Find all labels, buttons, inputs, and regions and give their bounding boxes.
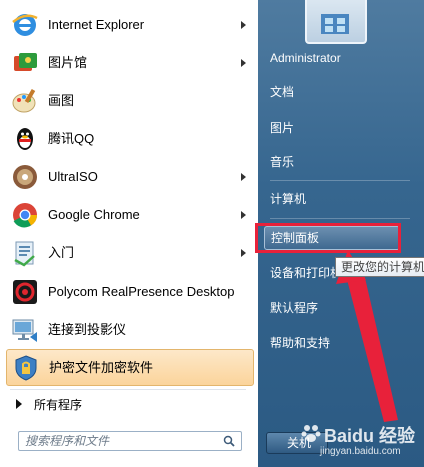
program-qq[interactable]: 腾讯QQ — [6, 121, 254, 157]
start-menu-programs-pane: Internet Explorer 图片馆 画图 腾讯QQ UltraISO G… — [0, 0, 259, 467]
submenu-arrow-icon[interactable] — [241, 211, 246, 219]
search-box[interactable] — [18, 431, 242, 451]
submenu-arrow-icon[interactable] — [241, 59, 246, 67]
menu-documents[interactable]: 文档 — [270, 80, 410, 104]
shield-lock-icon — [15, 354, 37, 381]
watermark-main: Baidu 经验 — [324, 426, 416, 446]
divider — [10, 389, 246, 390]
program-ultraiso[interactable]: UltraISO — [6, 159, 254, 195]
expand-arrow-icon — [16, 399, 22, 409]
menu-music[interactable]: 音乐 — [270, 150, 410, 174]
annotation-highlight-box — [255, 223, 401, 253]
getting-started-icon — [14, 241, 35, 267]
submenu-arrow-icon[interactable] — [241, 21, 246, 29]
photo-gallery-icon — [14, 53, 37, 71]
program-label: 护密文件加密软件 — [49, 359, 154, 375]
baidu-paw-icon — [301, 425, 321, 442]
user-picture[interactable] — [305, 0, 367, 44]
polycom-icon — [13, 280, 37, 304]
paint-icon — [12, 88, 36, 113]
divider — [270, 180, 410, 181]
program-internet-explorer[interactable]: Internet Explorer — [6, 7, 254, 43]
user-avatar-icon — [321, 14, 349, 34]
program-connect-projector[interactable]: 连接到投影仪 — [6, 312, 254, 348]
menu-administrator[interactable]: Administrator — [270, 46, 410, 70]
all-programs-button[interactable]: 所有程序 — [8, 392, 248, 416]
menu-computer[interactable]: 计算机 — [270, 187, 410, 211]
submenu-arrow-icon[interactable] — [241, 249, 246, 257]
program-label: 画图 — [48, 93, 75, 108]
program-label: 入门 — [48, 245, 75, 260]
program-google-chrome[interactable]: Google Chrome — [6, 197, 254, 233]
qq-penguin-icon — [17, 128, 33, 150]
tooltip: 更改您的计算机 — [335, 257, 424, 277]
program-label: Internet Explorer — [48, 17, 145, 32]
program-label: Google Chrome — [48, 207, 140, 222]
program-label: Polycom RealPresence Desktop — [48, 284, 235, 299]
search-icon[interactable] — [223, 435, 235, 447]
program-polycom[interactable]: Polycom RealPresence Desktop — [6, 272, 254, 312]
program-label: UltraISO — [48, 169, 98, 184]
program-label: 图片馆 — [48, 55, 88, 70]
program-label: 连接到投影仪 — [48, 322, 127, 337]
search-input[interactable] — [19, 432, 221, 450]
watermark-sub: jingyan.baidu.com — [320, 446, 401, 457]
chrome-icon — [13, 203, 38, 228]
divider — [270, 218, 410, 219]
submenu-arrow-icon[interactable] — [241, 173, 246, 181]
watermark: Baidu 经验 jingyan.baidu.com — [300, 420, 420, 464]
ultraiso-disc-icon — [13, 165, 37, 189]
internet-explorer-icon — [12, 14, 38, 36]
program-file-encryption[interactable]: 护密文件加密软件 — [6, 349, 254, 386]
projector-icon — [12, 319, 37, 342]
program-label: 腾讯QQ — [48, 131, 95, 146]
menu-pictures[interactable]: 图片 — [270, 116, 410, 140]
all-programs-label: 所有程序 — [34, 397, 83, 412]
program-getting-started[interactable]: 入门 — [6, 235, 254, 271]
program-paint[interactable]: 画图 — [6, 83, 254, 119]
program-photo-gallery[interactable]: 图片馆 — [6, 45, 254, 81]
